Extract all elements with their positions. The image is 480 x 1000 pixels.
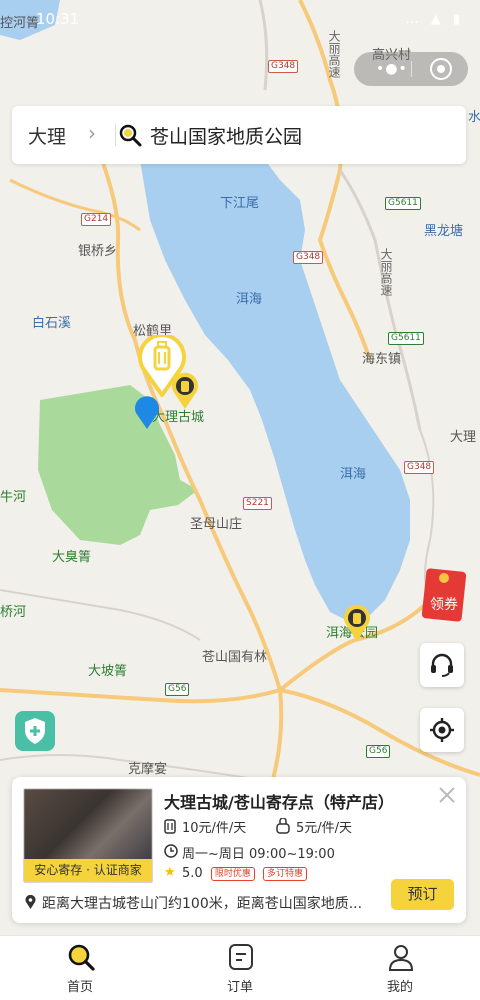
star-icon: ★ <box>164 865 176 880</box>
map-label: 白石溪 <box>32 316 72 331</box>
small-luggage-icon <box>276 818 290 834</box>
road-shield: G5611 <box>385 197 421 210</box>
price-large: 10元/件/天 <box>182 821 247 836</box>
large-luggage-icon <box>164 819 176 834</box>
map-label: 洱海 <box>236 292 263 307</box>
search-icon <box>119 124 142 147</box>
road-shield: G5611 <box>388 332 424 345</box>
map-label: 圣母山庄 <box>190 517 243 532</box>
order-icon <box>229 944 253 970</box>
map-label: 桥河 <box>0 605 27 620</box>
luggage-marker[interactable] <box>343 604 371 642</box>
city-selector[interactable]: 大理 <box>28 122 66 149</box>
rating-value: 5.0 <box>182 866 203 881</box>
miniapp-capsule[interactable]: •●• <box>354 52 468 86</box>
road-shield: G348 <box>293 251 324 264</box>
tab-label: 首页 <box>66 980 93 995</box>
tab-label: 我的 <box>386 980 413 995</box>
map-label: 牛河 <box>0 490 27 505</box>
signal-icons: … ▲ ▮ <box>405 12 464 27</box>
search-icon <box>68 944 95 971</box>
map-label: 大丽高速 <box>379 248 393 296</box>
map-label: 大理 <box>450 430 477 445</box>
luggage-marker[interactable] <box>171 372 199 410</box>
map-label: 洱海 <box>340 467 367 482</box>
locate-icon <box>430 718 454 742</box>
tab-orders[interactable]: 订单 <box>160 936 320 1000</box>
search-divider <box>115 124 116 146</box>
map-label: 银桥乡 <box>78 244 118 259</box>
road-shield: G348 <box>268 60 299 73</box>
more-icon[interactable]: •●• <box>376 61 408 77</box>
promo-tag: 限时优惠 <box>210 867 255 881</box>
coupon-label: 领券 <box>430 597 458 613</box>
road-shield: G348 <box>404 461 435 474</box>
map-label: 克摩宴 <box>128 762 168 777</box>
road-shield: G56 <box>366 745 391 758</box>
chevron-right-icon: › <box>88 121 96 145</box>
close-miniapp-icon[interactable] <box>430 58 452 80</box>
headset-icon <box>431 653 453 677</box>
opening-hours: 周一~周日 09:00~19:00 <box>182 847 335 862</box>
store-title[interactable]: 大理古城/苍山寄存点（特产店） <box>164 789 394 813</box>
capsule-divider <box>411 61 412 77</box>
book-button[interactable]: 预订 <box>391 879 454 910</box>
certified-badge: 安心寄存 · 认证商家 <box>24 859 152 882</box>
locate-me-button[interactable] <box>420 708 464 752</box>
storage-card[interactable]: 安心寄存 · 认证商家 大理古城/苍山寄存点（特产店） 10元/件/天 5元/件… <box>12 777 466 923</box>
road-shield: G56 <box>165 683 190 696</box>
status-time: 10:31 <box>36 10 80 28</box>
coupon-icon[interactable]: 领券 <box>420 568 470 624</box>
store-address: 距离大理古城苍山门约100米，距离苍山国家地质... <box>42 896 363 912</box>
map-label: 黑龙塘 <box>424 224 464 239</box>
map-label: 海东镇 <box>362 352 402 367</box>
search-input[interactable]: 苍山国家地质公园 <box>150 122 302 149</box>
road-shield: S221 <box>243 497 272 510</box>
tab-profile[interactable]: 我的 <box>320 936 480 1000</box>
shield-plus-icon <box>25 718 45 744</box>
tab-label: 订单 <box>226 980 253 995</box>
search-bar[interactable]: 大理 › 苍山国家地质公园 <box>12 106 466 164</box>
rating-row: 5.0 限时优惠 多订特惠 <box>182 866 307 881</box>
promo-tag: 多订特惠 <box>262 867 307 881</box>
customer-service-button[interactable] <box>420 643 464 687</box>
map-label: 大臭箐 <box>52 550 92 565</box>
user-icon <box>388 945 414 971</box>
map-label: 水 <box>468 110 480 125</box>
map-label: 下江尾 <box>220 196 260 211</box>
map-label: 大坡箐 <box>88 664 128 679</box>
clock-icon <box>164 844 178 858</box>
status-bar: 10:31 … ▲ ▮ <box>0 0 480 40</box>
road-shield: G214 <box>81 213 112 226</box>
tab-bar: 首页 订单 我的 <box>0 935 480 1000</box>
price-small: 5元/件/天 <box>296 821 353 836</box>
map-label: 苍山国有林 <box>202 650 268 665</box>
location-pin-icon <box>25 895 36 909</box>
safety-button[interactable] <box>15 711 55 751</box>
close-icon[interactable] <box>437 785 457 805</box>
current-location-pin <box>135 396 159 429</box>
tab-home[interactable]: 首页 <box>0 936 160 1000</box>
